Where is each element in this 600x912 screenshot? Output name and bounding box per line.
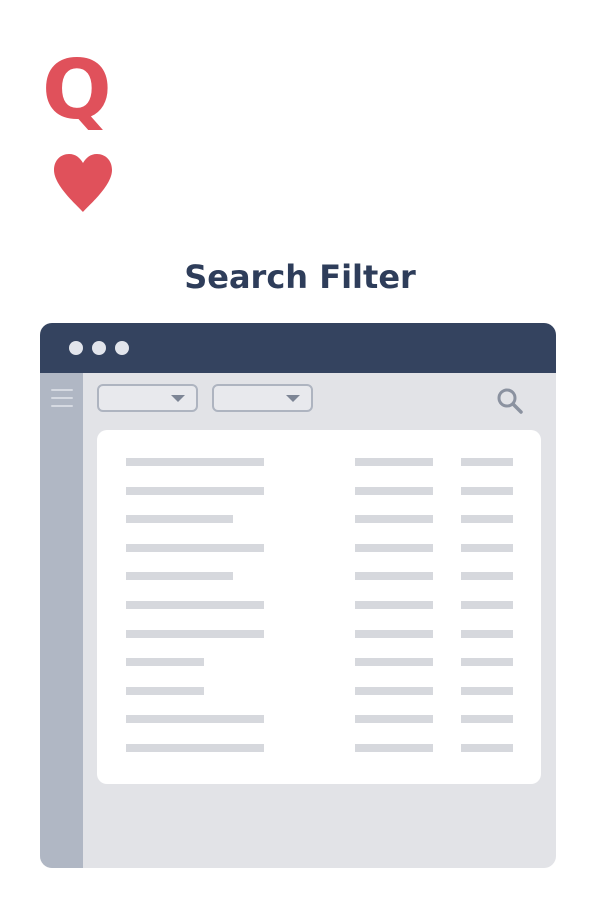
table-row[interactable]: [97, 601, 541, 609]
table-row[interactable]: [97, 744, 541, 752]
table-cell-placeholder: [461, 572, 513, 580]
table-cell-placeholder: [355, 687, 433, 695]
sidebar: [40, 373, 83, 868]
filter-dropdown-1[interactable]: [97, 384, 198, 412]
table-cell-placeholder: [126, 544, 264, 552]
table-cell-placeholder: [126, 744, 264, 752]
card-rank: Q: [42, 43, 112, 138]
table-cell-placeholder: [355, 515, 433, 523]
table-cell-placeholder: [461, 687, 513, 695]
table-cell-placeholder: [461, 744, 513, 752]
app-window: [40, 323, 556, 868]
table-cell-placeholder: [126, 715, 264, 723]
table-cell-placeholder: [126, 658, 204, 666]
table-cell-placeholder: [461, 515, 513, 523]
table-cell-placeholder: [461, 658, 513, 666]
table-cell-placeholder: [126, 458, 264, 466]
table-cell-placeholder: [355, 487, 433, 495]
table-row[interactable]: [97, 515, 541, 523]
table-row[interactable]: [97, 687, 541, 695]
window-control-dot-icon[interactable]: [115, 341, 129, 355]
window-control-dot-icon[interactable]: [92, 341, 106, 355]
filter-dropdown-2[interactable]: [212, 384, 313, 412]
caret-down-icon: [286, 395, 300, 402]
table-cell-placeholder: [355, 572, 433, 580]
table-row[interactable]: [97, 544, 541, 552]
table-cell-placeholder: [461, 715, 513, 723]
table-row[interactable]: [97, 487, 541, 495]
table-row[interactable]: [97, 572, 541, 580]
results-table: [97, 430, 541, 784]
table-row[interactable]: [97, 458, 541, 466]
table-cell-placeholder: [126, 515, 233, 523]
card-corner: Q: [42, 46, 126, 218]
table-cell-placeholder: [461, 630, 513, 638]
table-cell-placeholder: [126, 487, 264, 495]
table-cell-placeholder: [355, 544, 433, 552]
table-cell-placeholder: [461, 458, 513, 466]
table-cell-placeholder: [461, 544, 513, 552]
table-cell-placeholder: [461, 601, 513, 609]
table-cell-placeholder: [461, 487, 513, 495]
table-cell-placeholder: [355, 658, 433, 666]
window-titlebar: [40, 323, 556, 373]
page-title: Search Filter: [184, 258, 416, 296]
heart-icon: [54, 154, 112, 212]
table-cell-placeholder: [355, 715, 433, 723]
table-row[interactable]: [97, 658, 541, 666]
table-cell-placeholder: [126, 687, 204, 695]
table-cell-placeholder: [355, 744, 433, 752]
table-cell-placeholder: [126, 601, 264, 609]
table-cell-placeholder: [126, 572, 233, 580]
caret-down-icon: [171, 395, 185, 402]
search-icon[interactable]: [495, 386, 525, 416]
table-cell-placeholder: [355, 458, 433, 466]
table-row[interactable]: [97, 630, 541, 638]
table-cell-placeholder: [126, 630, 264, 638]
table-cell-placeholder: [355, 601, 433, 609]
table-cell-placeholder: [355, 630, 433, 638]
window-control-dot-icon[interactable]: [69, 341, 83, 355]
hamburger-icon[interactable]: [51, 389, 73, 407]
table-row[interactable]: [97, 715, 541, 723]
